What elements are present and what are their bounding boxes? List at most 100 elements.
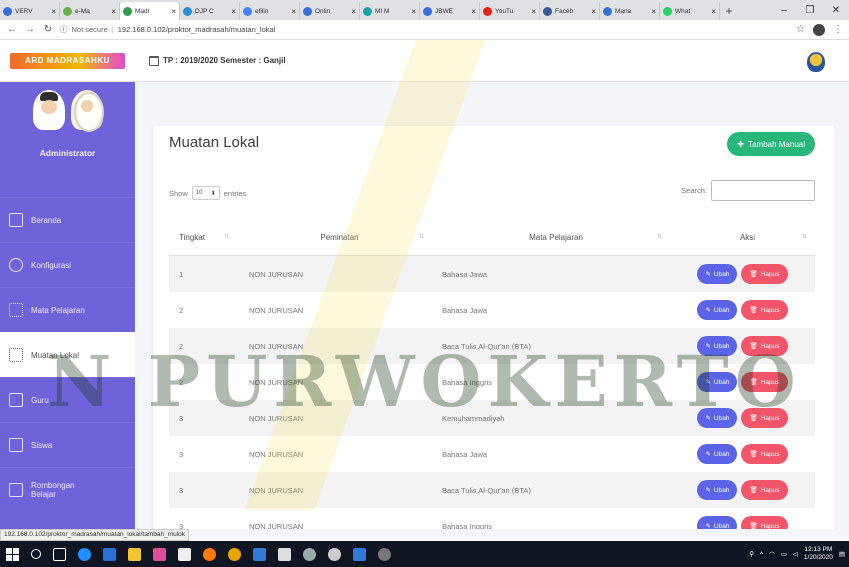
taskbar-clock[interactable]: 12:13 PM 1/20/2020 [804, 546, 833, 562]
windows-start-icon[interactable] [6, 547, 19, 561]
tab-close-icon[interactable]: × [709, 7, 716, 16]
entries-label: entries [223, 188, 247, 198]
volume-icon[interactable]: ◁ [793, 550, 798, 558]
search-input[interactable] [711, 180, 815, 201]
edit-button[interactable]: ✎ Ubah [697, 444, 738, 464]
wifi-icon[interactable]: ◠ [769, 550, 775, 558]
forward-button[interactable]: → [24, 24, 36, 35]
browser-tab[interactable]: Madr × [120, 2, 180, 20]
tab-close-icon[interactable]: × [649, 7, 656, 16]
minimize-button[interactable]: – [771, 5, 797, 16]
browser-tab[interactable]: Onlin × [300, 2, 360, 20]
column-header-aksi[interactable]: Aksi ⇅ [670, 233, 815, 242]
student-icon [9, 438, 23, 452]
browser-tab[interactable]: efilin × [240, 2, 300, 20]
file-explorer-icon[interactable] [253, 547, 266, 561]
people-icon[interactable]: ⚲ [749, 550, 754, 558]
edit-button[interactable]: ✎ Ubah [697, 300, 738, 320]
row-actions: ✎ Ubah 🗑 Hapus [670, 480, 815, 500]
app-window-icon[interactable] [353, 547, 366, 561]
app-logo[interactable]: ARD MADRASAHKU [0, 40, 135, 82]
sidebar-item-konfigurasi[interactable]: Konfigurasi [0, 242, 135, 287]
tab-close-icon[interactable]: × [409, 7, 416, 16]
browser-tab[interactable]: MI M × [360, 2, 420, 20]
delete-button[interactable]: 🗑 Hapus [741, 480, 788, 500]
reload-button[interactable]: ↻ [42, 24, 54, 35]
store-icon[interactable] [128, 547, 141, 561]
cell-peminatan: NON JURUSAN [249, 377, 304, 387]
sidebar-item-siswa[interactable]: Siswa [0, 422, 135, 467]
windows-taskbar: ⚲ ^ ◠ ▭ ◁ 12:13 PM 1/20/2020 ▤ [0, 541, 849, 567]
browser-tab[interactable]: VERV × [0, 2, 60, 20]
bookmark-star-icon[interactable]: ☆ [796, 24, 805, 35]
delete-button[interactable]: 🗑 Hapus [741, 516, 788, 529]
tray-overflow-icon[interactable]: ^ [760, 551, 763, 558]
task-view-icon[interactable] [53, 547, 66, 561]
close-window-button[interactable]: ✕ [823, 5, 849, 16]
firefox-icon[interactable] [203, 547, 216, 561]
delete-button[interactable]: 🗑 Hapus [741, 444, 788, 464]
profile-avatar[interactable] [813, 23, 825, 36]
back-button[interactable]: ← [6, 24, 18, 35]
tab-close-icon[interactable]: × [169, 7, 176, 16]
edge-browser-icon[interactable] [78, 547, 91, 561]
column-header-mata-pelajaran[interactable]: Mata Pelajaran ⇅ [432, 233, 670, 242]
table-row: 2 NON JURUSAN Baca Tulis Al-Qur'an (BTA) ✎ U… [169, 328, 815, 364]
security-shield-icon[interactable] [303, 547, 316, 561]
sidebar-item-mata-pelajaran[interactable]: Mata Pelajaran [0, 287, 135, 332]
tab-close-icon[interactable]: × [229, 7, 236, 16]
tab-close-icon[interactable]: × [529, 7, 536, 16]
edit-button[interactable]: ✎ Ubah [697, 264, 738, 284]
delete-button[interactable]: 🗑 Hapus [741, 300, 788, 320]
row-actions: ✎ Ubah 🗑 Hapus [670, 336, 815, 356]
entries-select[interactable]: 10 ⬍ [191, 186, 220, 200]
delete-button[interactable]: 🗑 Hapus [741, 264, 788, 284]
tab-close-icon[interactable]: × [349, 7, 356, 16]
maximize-button[interactable]: ❐ [797, 5, 823, 16]
browser-tab[interactable]: DJP C × [180, 2, 240, 20]
url-field[interactable]: ⓘ Not secure | 192.168.0.102/proktor_mad… [60, 24, 790, 35]
delete-button[interactable]: 🗑 Hapus [741, 336, 788, 356]
mail-icon[interactable] [178, 547, 191, 561]
settings-gear-icon[interactable] [328, 547, 341, 561]
battery-icon[interactable]: ▭ [781, 550, 787, 558]
chrome-icon[interactable] [228, 547, 241, 561]
add-manual-button[interactable]: + Tambah Manual [727, 132, 815, 156]
tab-close-icon[interactable]: × [109, 7, 116, 16]
delete-button[interactable]: 🗑 Hapus [741, 408, 788, 428]
sidebar-item-label: Konfigurasi [31, 260, 72, 270]
sidebar-item-beranda[interactable]: Beranda [0, 197, 135, 242]
sidebar-item-muatan-lokal[interactable]: Muatan Lokal [0, 332, 135, 377]
tab-close-icon[interactable]: × [469, 7, 476, 16]
column-header-tingkat[interactable]: Tingkat ⇅ [169, 233, 237, 242]
tab-close-icon[interactable]: × [289, 7, 296, 16]
app-icon[interactable] [153, 547, 166, 561]
search-icon[interactable] [31, 549, 41, 559]
browser-tab[interactable]: Mana × [600, 2, 660, 20]
edit-button[interactable]: ✎ Ubah [697, 372, 738, 392]
delete-button[interactable]: 🗑 Hapus [741, 372, 788, 392]
edit-button[interactable]: ✎ Ubah [697, 408, 738, 428]
word-icon[interactable] [103, 547, 116, 561]
browser-tab[interactable]: What × [660, 2, 720, 20]
sidebar-item-guru[interactable]: Guru [0, 377, 135, 422]
sidebar-item-rombongan-belajar[interactable]: Rombongan Belajar [0, 467, 135, 512]
tab-favicon-icon [663, 6, 672, 16]
column-header-peminatan[interactable]: Peminatan ⇅ [237, 233, 432, 242]
notification-icon[interactable]: ▤ [839, 550, 845, 558]
edit-button[interactable]: ✎ Ubah [697, 480, 738, 500]
browser-tab[interactable]: Faceb × [540, 2, 600, 20]
edit-button[interactable]: ✎ Ubah [697, 516, 738, 529]
tab-close-icon[interactable]: × [49, 7, 56, 16]
new-tab-button[interactable]: + [720, 2, 738, 20]
tab-close-icon[interactable]: × [589, 7, 596, 16]
edit-button[interactable]: ✎ Ubah [697, 336, 738, 356]
browser-tab-bar: VERV × e-Ma × Madr × DJP C × efilin × Onlin × MI M × J… [0, 0, 849, 20]
browser-tab[interactable]: JBWE × [420, 2, 480, 20]
app-icon[interactable] [378, 547, 391, 561]
photos-icon[interactable] [278, 547, 291, 561]
trash-icon: 🗑 [749, 343, 758, 350]
browser-tab[interactable]: YouTu × [480, 2, 540, 20]
menu-kebab-icon[interactable]: ⋮ [833, 24, 843, 35]
browser-tab[interactable]: e-Ma × [60, 2, 120, 20]
